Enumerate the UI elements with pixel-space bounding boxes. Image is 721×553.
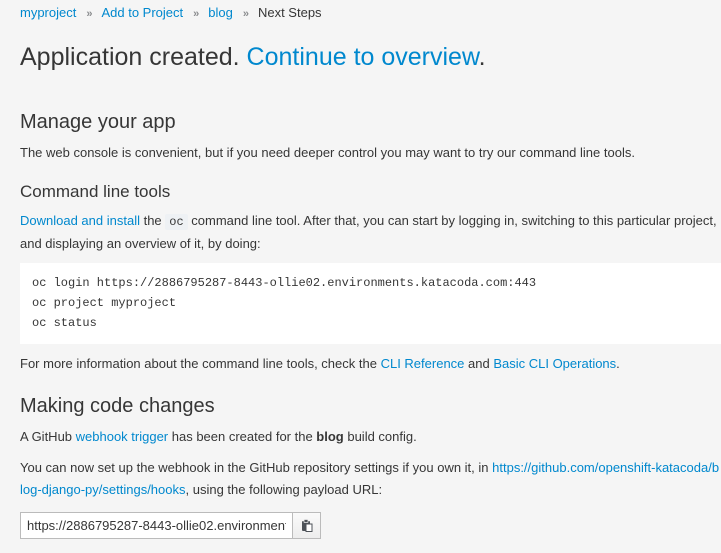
text-segment: the bbox=[139, 213, 166, 228]
text-segment: You can now set up the webhook in the Gi… bbox=[20, 460, 493, 475]
basic-cli-operations-link[interactable]: Basic CLI Operations bbox=[493, 356, 616, 371]
breadcrumb-separator: » bbox=[193, 8, 200, 20]
text-segment: , using the following payload URL: bbox=[185, 482, 383, 497]
text-segment: build config. bbox=[343, 429, 417, 444]
manage-app-heading: Manage your app bbox=[20, 111, 176, 133]
title-suffix: . bbox=[478, 43, 486, 71]
breadcrumb-separator: » bbox=[242, 8, 249, 20]
cli-intro-text: Download and install the oc command line… bbox=[20, 210, 720, 255]
breadcrumb-current: Next Steps bbox=[257, 5, 322, 20]
github-webhook-text: A GitHub webhook trigger has been create… bbox=[20, 426, 720, 448]
text-segment: For more information about the command l… bbox=[20, 356, 381, 371]
text-segment: A GitHub bbox=[20, 429, 76, 444]
page-title: Application created. Continue to overvie… bbox=[20, 42, 486, 72]
payload-url-copy-group bbox=[20, 512, 321, 539]
webhook-trigger-link[interactable]: webhook trigger bbox=[76, 429, 169, 444]
cli-reference-link[interactable]: CLI Reference bbox=[381, 356, 465, 371]
text-segment: has been created for the bbox=[168, 429, 317, 444]
build-config-name: blog bbox=[316, 429, 344, 444]
breadcrumb: myproject » Add to Project » blog » Next Steps bbox=[20, 5, 322, 22]
title-prefix: Application created. bbox=[20, 43, 240, 71]
breadcrumb-blog[interactable]: blog bbox=[208, 5, 233, 20]
download-install-link[interactable]: Download and install bbox=[20, 213, 140, 228]
manage-app-text: The web console is convenient, but if yo… bbox=[20, 145, 635, 160]
cli-more-info-text: For more information about the command l… bbox=[20, 353, 720, 375]
next-steps-page: myproject » Add to Project » blog » Next Steps… bbox=[0, 0, 721, 553]
cli-heading: Command line tools bbox=[20, 182, 171, 201]
oc-inline-code: oc bbox=[165, 214, 188, 230]
code-line: oc project myproject bbox=[32, 296, 177, 310]
breadcrumb-separator: » bbox=[86, 8, 93, 20]
breadcrumb-myproject[interactable]: myproject bbox=[20, 5, 76, 20]
continue-to-overview-link[interactable]: Continue to overview bbox=[247, 43, 479, 71]
payload-url-input[interactable] bbox=[20, 512, 292, 539]
code-line: oc login https://2886795287-8443-ollie02… bbox=[32, 276, 537, 290]
webhook-setup-text: You can now set up the webhook in the Gi… bbox=[20, 457, 720, 501]
breadcrumb-add-to-project[interactable]: Add to Project bbox=[101, 5, 183, 20]
text-segment: . bbox=[616, 356, 620, 371]
text-segment: and bbox=[464, 356, 494, 371]
code-line: oc status bbox=[32, 316, 97, 330]
copy-to-clipboard-button[interactable] bbox=[292, 512, 321, 539]
cli-code-block: oc login https://2886795287-8443-ollie02… bbox=[20, 263, 721, 344]
clipboard-icon bbox=[301, 519, 313, 532]
code-changes-heading: Making code changes bbox=[20, 395, 215, 417]
